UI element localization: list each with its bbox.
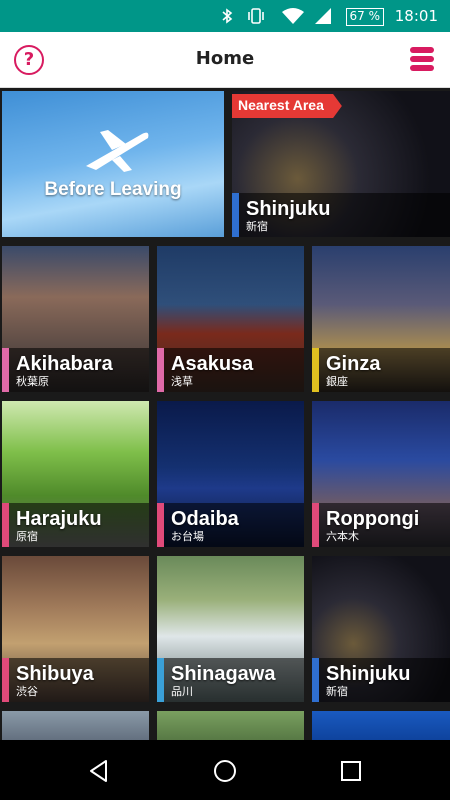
recents-icon[interactable] <box>338 758 364 784</box>
tile-akihabara[interactable]: Akihabara 秋葉原 <box>2 246 149 392</box>
tile-partial[interactable] <box>2 711 149 740</box>
app-bar: ? Home <box>0 32 450 88</box>
area-name-jp: お台場 <box>171 530 204 543</box>
tile-shinjuku[interactable]: Shinjuku 新宿 <box>312 556 450 702</box>
menu-icon[interactable] <box>410 47 434 73</box>
area-name-jp: 新宿 <box>246 220 268 233</box>
area-name-jp: 浅草 <box>171 375 193 388</box>
area-name-jp: 渋谷 <box>16 685 38 698</box>
signal-icon <box>315 8 331 24</box>
tile-shibuya[interactable]: Shibuya 渋谷 <box>2 556 149 702</box>
area-name-jp: 六本木 <box>326 530 359 543</box>
navigation-bar <box>0 740 450 800</box>
area-name-jp: 品川 <box>171 685 193 698</box>
area-color-bar <box>312 348 319 392</box>
page-title: Home <box>195 48 255 69</box>
vibrate-icon <box>248 8 264 24</box>
tile-before-leaving[interactable]: Before Leaving <box>2 91 224 237</box>
bluetooth-icon <box>222 8 233 24</box>
home-icon[interactable] <box>212 758 238 784</box>
before-leaving-label: Before Leaving <box>44 179 182 200</box>
area-color-bar <box>2 658 9 702</box>
area-color-bar <box>312 503 319 547</box>
tile-harajuku[interactable]: Harajuku 原宿 <box>2 401 149 547</box>
area-color-bar <box>2 348 9 392</box>
area-grid: Before Leaving Nearest Area Shinjuku 新宿 … <box>0 88 450 740</box>
tile-nearest-shinjuku[interactable]: Nearest Area Shinjuku 新宿 <box>232 91 450 237</box>
tile-roppongi[interactable]: Roppongi 六本木 <box>312 401 450 547</box>
nearest-area-badge: Nearest Area <box>232 94 342 118</box>
tile-asakusa[interactable]: Asakusa 浅草 <box>157 246 304 392</box>
tile-partial[interactable] <box>312 711 450 740</box>
area-color-bar <box>232 193 239 237</box>
area-color-bar <box>157 658 164 702</box>
status-bar: 67 % 18:01 <box>0 0 450 32</box>
area-color-bar <box>312 658 319 702</box>
area-name-jp: 原宿 <box>16 530 38 543</box>
wifi-icon <box>282 8 304 24</box>
tile-ginza[interactable]: Ginza 銀座 <box>312 246 450 392</box>
area-name-jp: 新宿 <box>326 685 348 698</box>
area-color-bar <box>157 503 164 547</box>
area-name-jp: 秋葉原 <box>16 375 49 388</box>
tile-partial[interactable] <box>157 711 304 740</box>
tile-shinagawa[interactable]: Shinagawa 品川 <box>157 556 304 702</box>
area-name-jp: 銀座 <box>326 375 348 388</box>
area-color-bar <box>157 348 164 392</box>
area-color-bar <box>2 503 9 547</box>
tile-odaiba[interactable]: Odaiba お台場 <box>157 401 304 547</box>
battery-indicator: 67 % <box>345 8 384 26</box>
airplane-icon <box>86 130 149 172</box>
back-icon[interactable] <box>86 758 112 784</box>
status-time: 18:01 <box>394 7 438 25</box>
